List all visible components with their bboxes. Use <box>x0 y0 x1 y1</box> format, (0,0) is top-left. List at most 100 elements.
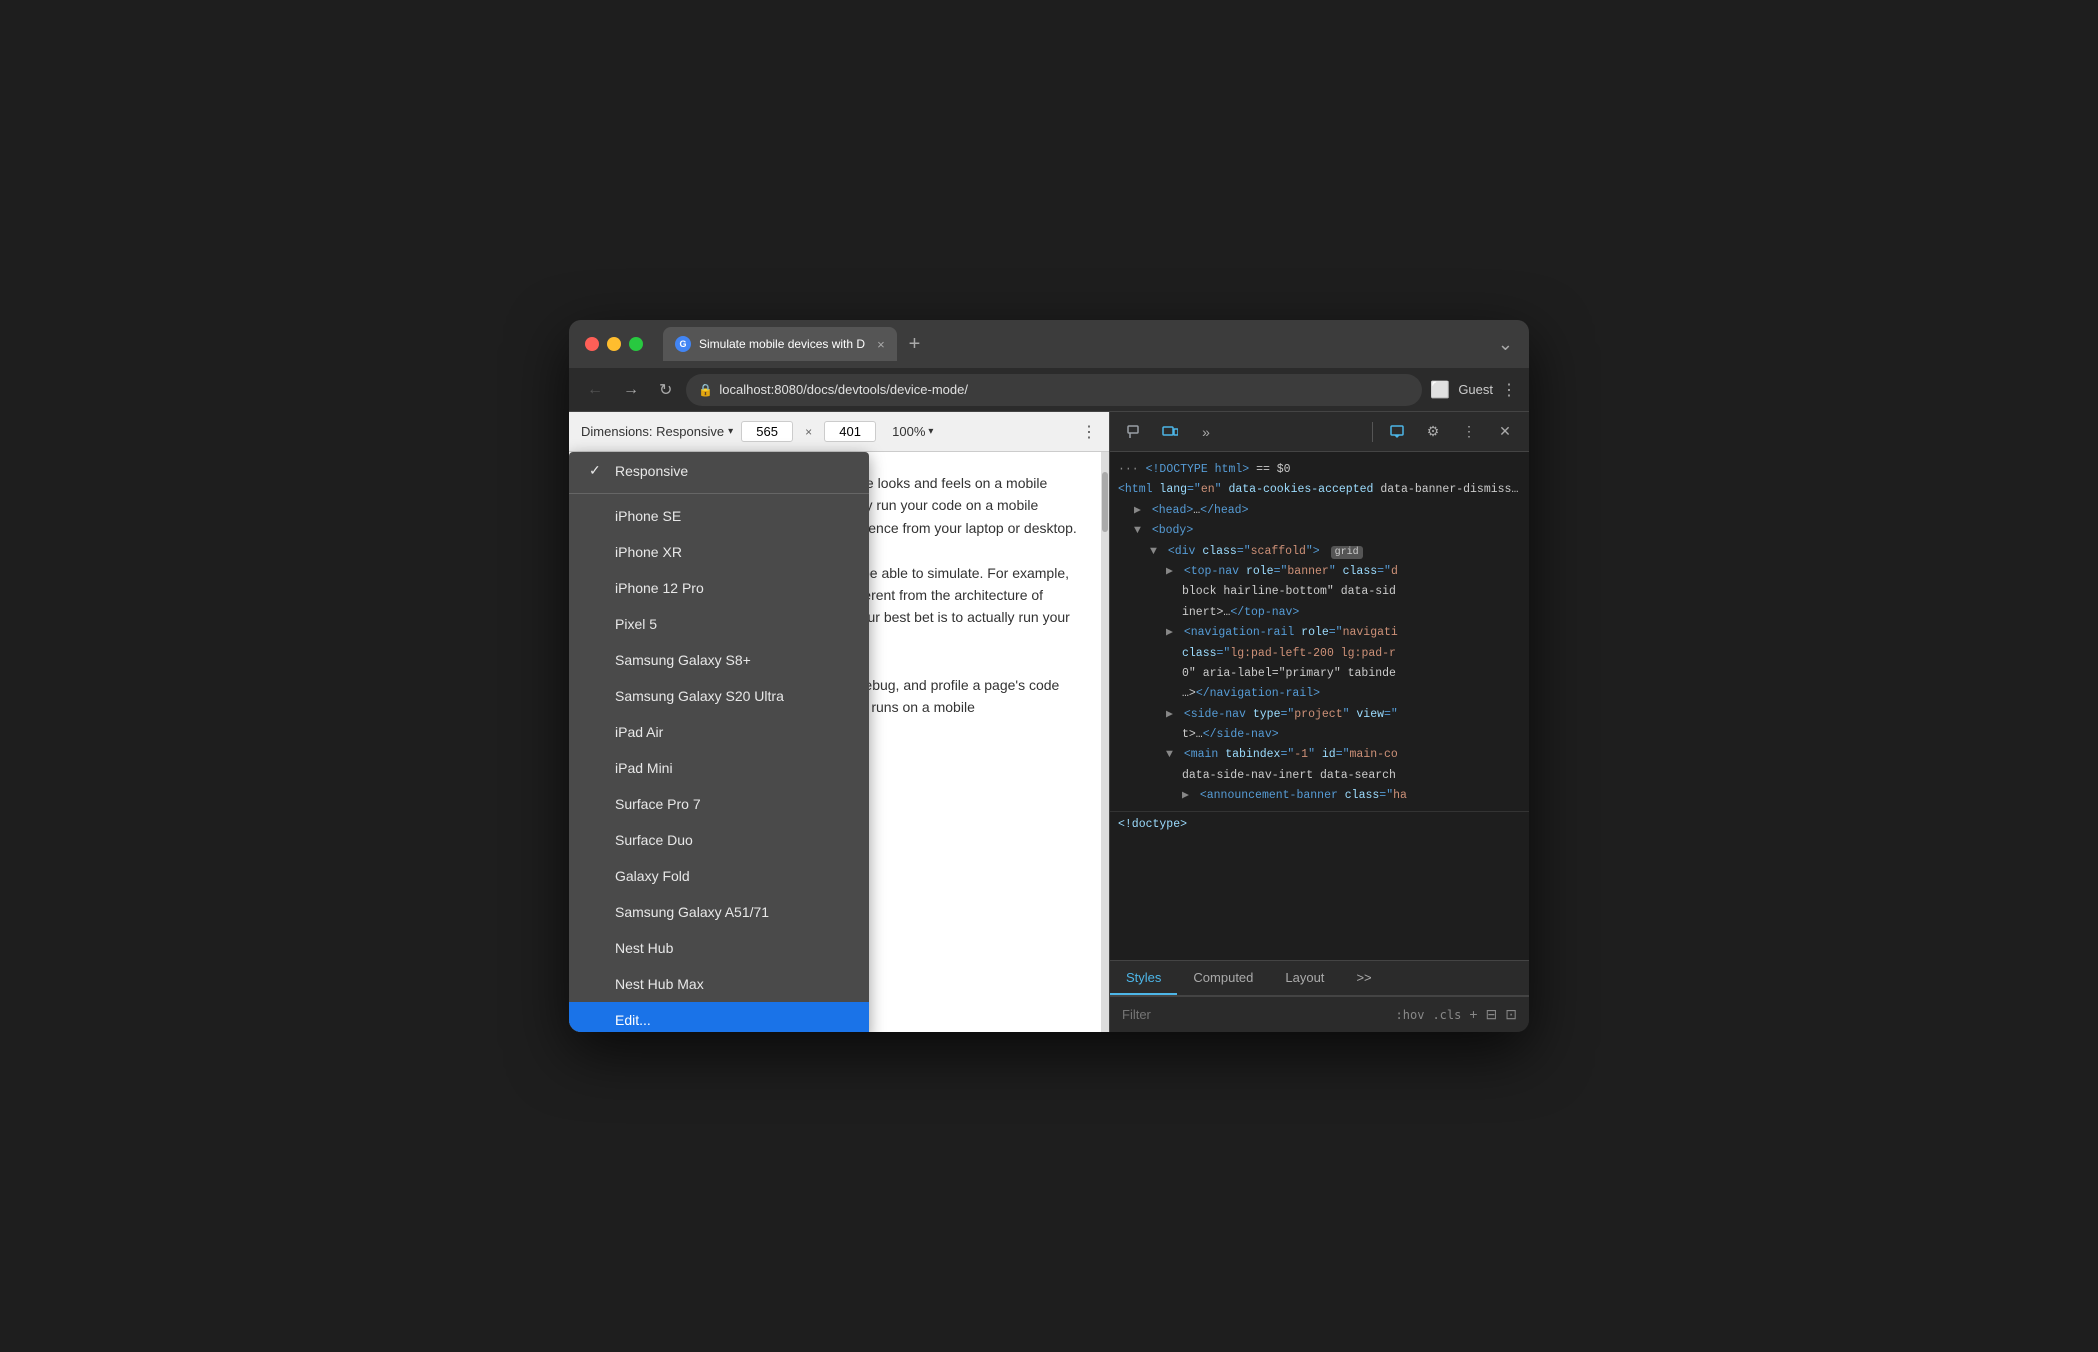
address-bar: ← → ↻ 🔒 localhost:8080/docs/devtools/dev… <box>569 368 1529 412</box>
devtools-more-button[interactable]: ⋮ <box>1453 416 1485 448</box>
height-input[interactable] <box>824 421 876 442</box>
close-button[interactable] <box>585 337 599 351</box>
dimensions-label: Dimensions: Responsive <box>581 424 724 439</box>
forward-button[interactable]: → <box>617 377 645 403</box>
width-input[interactable] <box>741 421 793 442</box>
scroll-thumb[interactable] <box>1102 472 1108 532</box>
inspect-element-button[interactable] <box>1118 416 1150 448</box>
window-more-button[interactable]: ⌄ <box>1498 334 1513 355</box>
dropdown-item-label: iPad Mini <box>615 760 673 776</box>
url-text: localhost:8080/docs/devtools/device-mode… <box>719 382 968 397</box>
dropdown-item-label: Samsung Galaxy S8+ <box>615 652 751 668</box>
tree-side-nav-line[interactable]: ▶ <side-nav type="project" view=" <box>1110 705 1529 725</box>
dropdown-item-label: Surface Pro 7 <box>615 796 701 812</box>
toolbar-more-button[interactable]: ⋮ <box>1081 422 1097 442</box>
tab-title: Simulate mobile devices with D <box>699 337 865 351</box>
tab-close-button[interactable]: × <box>877 337 885 352</box>
tree-toggle-icon[interactable]: ▶ <box>1166 565 1173 578</box>
profile-button[interactable]: Guest <box>1458 382 1493 397</box>
browser-window: G Simulate mobile devices with D × + ⌄ ←… <box>569 320 1529 1032</box>
tab-computed-label: Computed <box>1193 970 1253 985</box>
dropdown-item-galaxy-fold[interactable]: Galaxy Fold <box>569 858 869 894</box>
browser-more-button[interactable]: ⋮ <box>1501 380 1517 400</box>
dropdown-item-label: Samsung Galaxy A51/71 <box>615 904 769 920</box>
active-tab[interactable]: G Simulate mobile devices with D × <box>663 327 897 361</box>
lock-icon: 🔒 <box>698 383 713 397</box>
dropdown-item-label: iPhone XR <box>615 544 682 560</box>
tree-announcement-line[interactable]: ▶ <announcement-banner class="ha <box>1110 786 1529 806</box>
tree-body-line[interactable]: ▼ <body> <box>1110 521 1529 541</box>
dropdown-item-label: Nest Hub <box>615 940 673 956</box>
toggle-sidebar-icon[interactable]: ⊡ <box>1505 1006 1517 1023</box>
elements-tree: ··· <!DOCTYPE html> == $0 <html lang="en… <box>1110 452 1529 960</box>
filter-icons: + ⊟ ⊡ <box>1469 1006 1517 1023</box>
minimize-button[interactable] <box>607 337 621 351</box>
close-devtools-button[interactable]: ✕ <box>1489 416 1521 448</box>
dropdown-item-iphone-12-pro[interactable]: iPhone 12 Pro <box>569 570 869 606</box>
hov-filter[interactable]: :hov <box>1396 1008 1425 1022</box>
dropdown-item-responsive[interactable]: ✓ Responsive <box>569 452 869 489</box>
tab-styles-label: Styles <box>1126 970 1161 985</box>
tree-toggle-icon[interactable]: ▼ <box>1134 524 1141 537</box>
dropdown-item-edit[interactable]: Edit... <box>569 1002 869 1032</box>
tab-computed[interactable]: Computed <box>1177 961 1269 995</box>
dropdown-item-ipad-air[interactable]: iPad Air <box>569 714 869 750</box>
add-style-icon[interactable]: + <box>1469 1006 1477 1023</box>
dropdown-item-iphone-se[interactable]: iPhone SE <box>569 498 869 534</box>
dropdown-item-ipad-mini[interactable]: iPad Mini <box>569 750 869 786</box>
title-bar: G Simulate mobile devices with D × + ⌄ <box>569 320 1529 368</box>
tab-styles[interactable]: Styles <box>1110 961 1177 995</box>
tree-main-line[interactable]: ▼ <main tabindex="-1" id="main-co <box>1110 745 1529 765</box>
device-mode-button[interactable] <box>1154 416 1186 448</box>
zoom-dropdown[interactable]: 100% ▾ <box>892 424 933 439</box>
dropdown-arrow-icon: ▾ <box>728 426 733 437</box>
dropdown-item-samsung-a51[interactable]: Samsung Galaxy A51/71 <box>569 894 869 930</box>
tree-toggle-icon[interactable]: ▼ <box>1150 545 1157 558</box>
tree-toggle-icon[interactable]: ▶ <box>1166 626 1173 639</box>
dropdown-item-nest-hub[interactable]: Nest Hub <box>569 930 869 966</box>
dropdown-item-label: iPad Air <box>615 724 663 740</box>
dropdown-item-surface-pro[interactable]: Surface Pro 7 <box>569 786 869 822</box>
dropdown-item-samsung-s8[interactable]: Samsung Galaxy S8+ <box>569 642 869 678</box>
tree-head-line[interactable]: ▶ <head>…</head> <box>1110 501 1529 521</box>
refresh-button[interactable]: ↻ <box>653 376 678 404</box>
toolbar-divider <box>1372 422 1373 442</box>
tree-nav-rail-end: …></navigation-rail> <box>1110 684 1529 704</box>
url-bar[interactable]: 🔒 localhost:8080/docs/devtools/device-mo… <box>686 374 1422 406</box>
zoom-label: 100% <box>892 424 925 439</box>
tree-scaffold-line[interactable]: ▼ <div class="scaffold"> grid <box>1110 542 1529 562</box>
maximize-button[interactable] <box>629 337 643 351</box>
tabs-more-icon: >> <box>1356 970 1371 985</box>
tab-layout[interactable]: Layout <box>1269 961 1340 995</box>
dropdown-item-pixel-5[interactable]: Pixel 5 <box>569 606 869 642</box>
more-panels-button[interactable]: » <box>1190 416 1222 448</box>
dropdown-item-samsung-s20[interactable]: Samsung Galaxy S20 Ultra <box>569 678 869 714</box>
filter-bar: :hov .cls + ⊟ ⊡ <box>1110 996 1529 1032</box>
close-icon: ✕ <box>1499 423 1511 440</box>
tree-toggle-icon[interactable]: ▶ <box>1166 708 1173 721</box>
new-tab-button[interactable]: + <box>901 333 929 356</box>
grid-badge: grid <box>1331 546 1363 559</box>
dropdown-item-nest-hub-max[interactable]: Nest Hub Max <box>569 966 869 1002</box>
tree-toggle-icon[interactable]: ▶ <box>1182 789 1189 802</box>
filter-input[interactable] <box>1122 1007 1388 1022</box>
cast-icon[interactable]: ⬜ <box>1430 380 1450 400</box>
dimensions-dropdown[interactable]: Dimensions: Responsive ▾ <box>581 424 733 439</box>
dropdown-item-iphone-xr[interactable]: iPhone XR <box>569 534 869 570</box>
back-button[interactable]: ← <box>581 377 609 403</box>
dropdown-item-label: iPhone SE <box>615 508 681 524</box>
toggle-print-icon[interactable]: ⊟ <box>1486 1006 1498 1023</box>
tab-more-button[interactable]: >> <box>1340 961 1387 995</box>
tree-top-nav-line[interactable]: ▶ <top-nav role="banner" class="d <box>1110 562 1529 582</box>
tree-toggle-icon[interactable]: ▶ <box>1134 504 1141 517</box>
devtools-panel: » ⚙ ⋮ ✕ <box>1109 412 1529 1032</box>
dimension-separator: × <box>805 425 812 439</box>
devtools-tabs: Styles Computed Layout >> <box>1110 960 1529 996</box>
settings-button[interactable]: ⚙ <box>1417 416 1449 448</box>
console-messages-button[interactable] <box>1381 416 1413 448</box>
tree-toggle-icon[interactable]: ▼ <box>1166 748 1173 761</box>
tree-nav-rail-line[interactable]: ▶ <navigation-rail role="navigati <box>1110 623 1529 643</box>
device-dropdown-menu: ✓ Responsive iPhone SE iPhone XR iPh <box>569 452 869 1032</box>
cls-filter[interactable]: .cls <box>1432 1008 1461 1022</box>
dropdown-item-surface-duo[interactable]: Surface Duo <box>569 822 869 858</box>
